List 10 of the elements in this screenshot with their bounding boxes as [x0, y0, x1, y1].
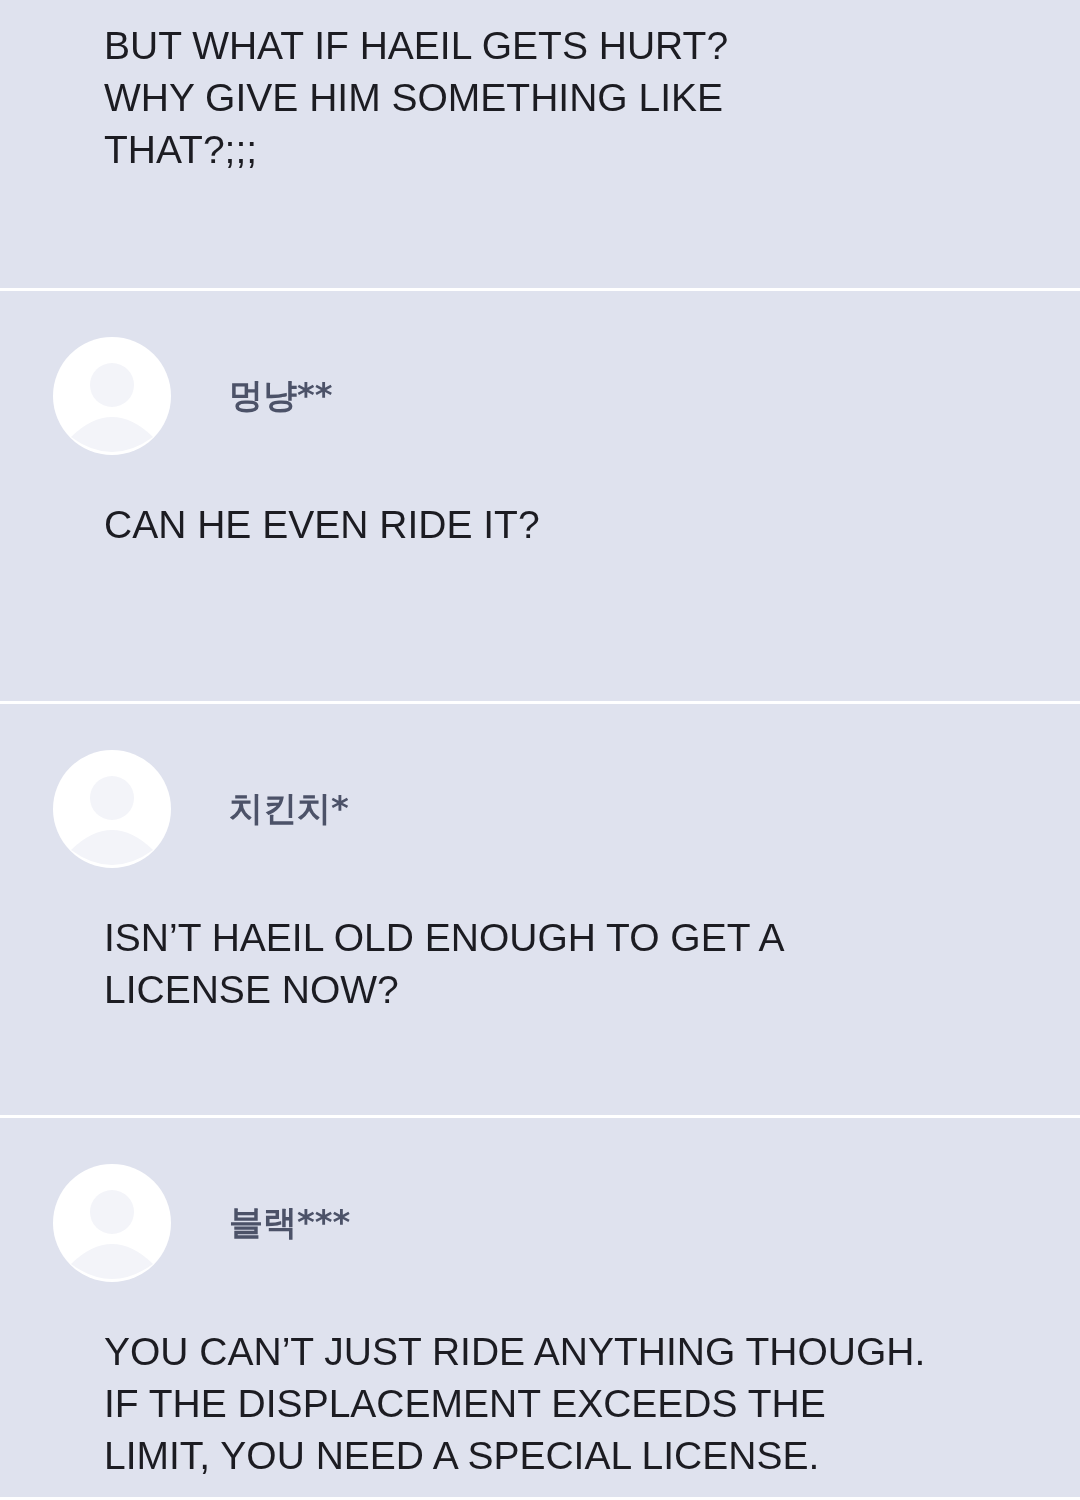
- comment-text: ISN’T HAEIL OLD ENOUGH TO GET A LICENSE NOW?: [104, 915, 786, 1013]
- avatar-icon: [53, 337, 171, 455]
- comment-text: BUT WHAT IF HAEIL GETS HURT? WHY GIVE HIM SOMETHING LIKE THAT?;;;: [104, 23, 730, 173]
- avatar-icon: [53, 1164, 171, 1282]
- username: 멍냥**: [229, 374, 333, 417]
- username: 치킨치*: [229, 787, 349, 830]
- username: 블랙***: [229, 1201, 351, 1244]
- comment-text: CAN HE EVEN RIDE IT?: [104, 502, 541, 548]
- avatar-icon: [53, 750, 171, 868]
- comment-text: YOU CAN’T JUST RIDE ANYTHING THOUGH. IF THE DISPLACEMENT EXCEEDS THE LIMIT, YOU NEED A SPECIAL LICENSE.: [104, 1329, 927, 1479]
